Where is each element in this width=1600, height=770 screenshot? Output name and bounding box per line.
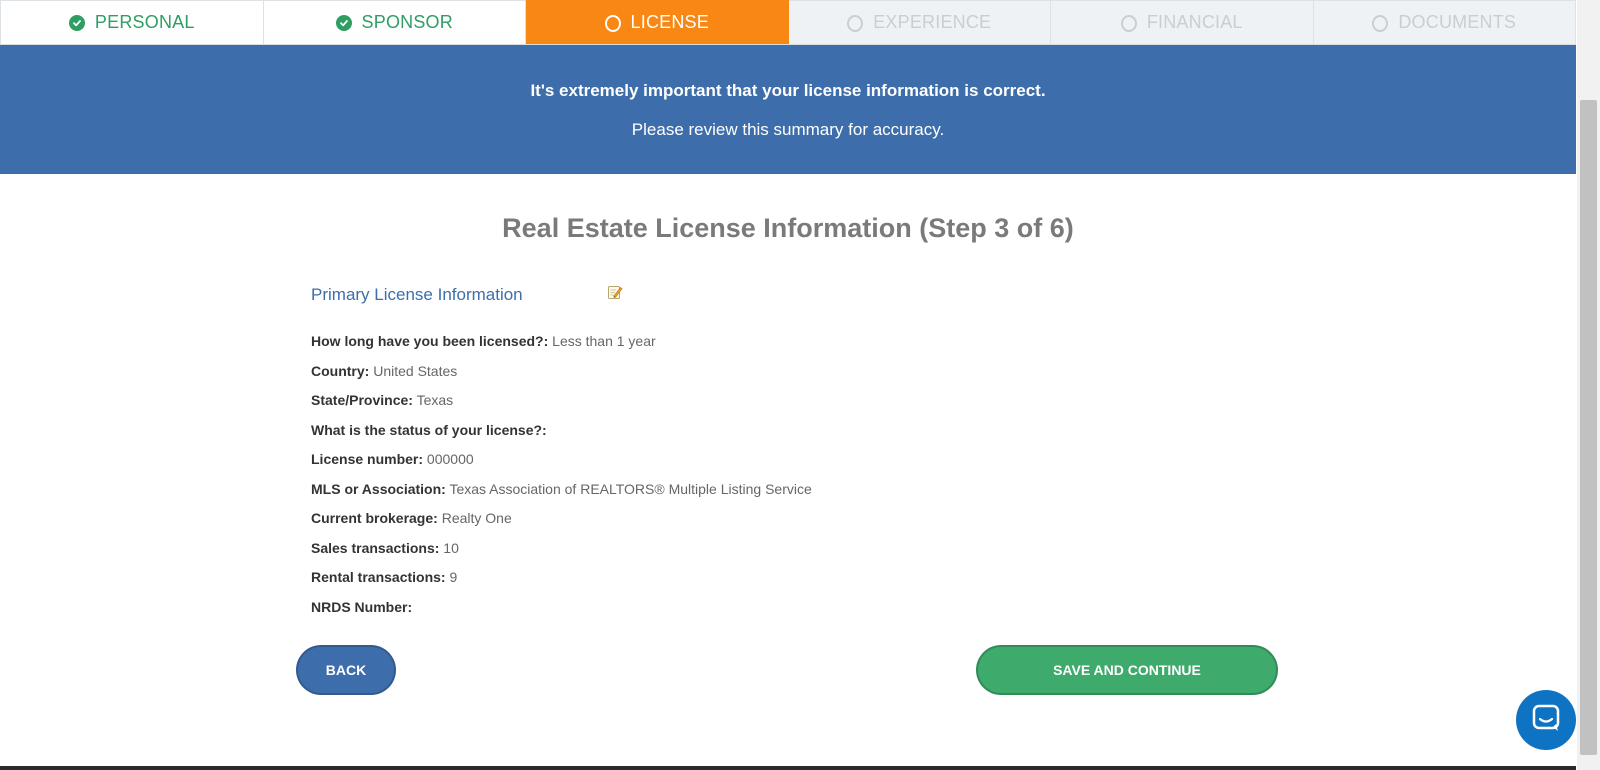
field-nrds-number: NRDS Number: xyxy=(311,598,413,615)
chat-launcher-button[interactable] xyxy=(1516,690,1576,750)
circle-icon xyxy=(1120,14,1137,32)
section-heading: Primary License Information xyxy=(311,285,523,304)
info-banner: It's extremely important that your licen… xyxy=(0,45,1576,174)
pencil-icon[interactable] xyxy=(607,284,623,300)
step-experience: EXPERIENCE xyxy=(788,0,1051,44)
step-label: EXPERIENCE xyxy=(873,12,992,32)
save-and-continue-button[interactable]: SAVE AND CONTINUE xyxy=(976,645,1278,695)
field-license-status: What is the status of your license?: xyxy=(311,421,547,438)
field-brokerage: Current brokerage: Realty One xyxy=(311,510,512,526)
field-state: State/Province: Texas xyxy=(311,392,454,408)
field-country: Country: United States xyxy=(311,362,458,379)
step-label: FINANCIAL xyxy=(1146,12,1243,32)
page-title: Real Estate License Information (Step 3 … xyxy=(502,213,1074,243)
step-label: SPONSOR xyxy=(361,12,453,32)
banner-headline: It's extremely important that your licen… xyxy=(530,81,1046,100)
step-financial: FINANCIAL xyxy=(1051,0,1314,44)
back-button[interactable]: BACK xyxy=(296,645,396,695)
bottom-edge xyxy=(0,766,1576,770)
field-license-number: License number: 000000 xyxy=(311,451,474,467)
field-sales-transactions: Sales transactions: 10 xyxy=(311,539,459,556)
step-label: DOCUMENTS xyxy=(1398,12,1517,32)
step-label: PERSONAL xyxy=(94,12,195,32)
step-license[interactable]: LICENSE xyxy=(526,0,789,44)
step-label: LICENSE xyxy=(630,12,709,32)
progress-stepper: PERSONAL SPONSOR LICENSE EXPERIENCE FINA… xyxy=(0,0,1576,45)
circle-icon xyxy=(847,14,864,32)
circle-icon xyxy=(604,14,621,32)
chat-icon xyxy=(1531,703,1561,738)
field-years-licensed: How long have you been licensed?: Less t… xyxy=(311,333,656,349)
step-documents: DOCUMENTS xyxy=(1313,0,1576,44)
step-sponsor[interactable]: SPONSOR xyxy=(263,0,526,44)
check-circle-icon xyxy=(68,14,85,31)
step-personal[interactable]: PERSONAL xyxy=(0,0,264,44)
field-rental-transactions: Rental transactions: 9 xyxy=(311,569,458,585)
license-summary-list: How long have you been licensed?: Less t… xyxy=(311,332,1211,627)
banner-subtext: Please review this summary for accuracy. xyxy=(631,120,945,139)
field-mls: MLS or Association: Texas Association of… xyxy=(311,480,812,497)
check-circle-icon xyxy=(335,14,352,31)
circle-icon xyxy=(1372,14,1389,32)
scrollbar-thumb[interactable] xyxy=(1580,100,1597,755)
